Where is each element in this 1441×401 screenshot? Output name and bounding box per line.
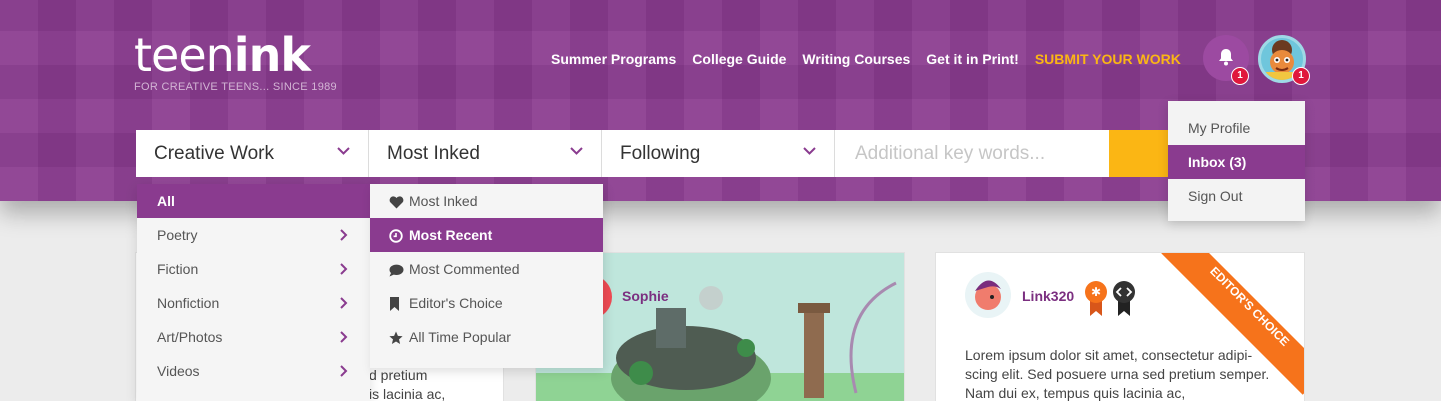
chevron-down-icon bbox=[337, 147, 350, 155]
content-card[interactable]: Link320 ✱ EDITOR'S CHOICE Lorem ipsum do… bbox=[935, 252, 1305, 401]
profile-item-inbox[interactable]: Inbox (3) bbox=[1168, 145, 1305, 179]
category-item-fiction[interactable]: Fiction bbox=[137, 252, 370, 286]
nav-summer-programs[interactable]: Summer Programs bbox=[551, 51, 676, 67]
notifications-badge: 1 bbox=[1231, 67, 1249, 85]
clock-icon bbox=[389, 229, 403, 243]
chevron-down-icon bbox=[570, 147, 583, 155]
category-item-nonfiction[interactable]: Nonfiction bbox=[137, 286, 370, 320]
sort-item-editors-choice[interactable]: Editor's Choice bbox=[370, 286, 603, 320]
teenink-logo[interactable]: teenink FOR CREATIVE TEENS... SINCE 1989 bbox=[134, 30, 337, 93]
star-icon bbox=[389, 331, 403, 345]
card-excerpt: Lorem ipsum dolor sit amet, consectetur … bbox=[965, 347, 1270, 401]
author-avatar[interactable] bbox=[964, 271, 1012, 319]
sort-item-all-time-popular[interactable]: All Time Popular bbox=[370, 320, 603, 354]
search-bar: Creative Work Most Inked Following bbox=[136, 130, 1171, 177]
search-button[interactable] bbox=[1109, 130, 1171, 177]
card-excerpt: d pretium is lacinia ac, bbox=[369, 367, 446, 401]
profile-item-sign-out[interactable]: Sign Out bbox=[1168, 179, 1305, 213]
bookmark-icon bbox=[390, 297, 399, 312]
chevron-right-icon bbox=[340, 229, 348, 241]
logo-light-text: teen bbox=[134, 28, 235, 82]
comment-icon bbox=[389, 264, 404, 277]
keywords-input[interactable] bbox=[835, 130, 1109, 177]
chevron-right-icon bbox=[340, 297, 348, 309]
sort-item-most-commented[interactable]: Most Commented bbox=[370, 252, 603, 286]
chevron-right-icon bbox=[340, 263, 348, 275]
nav-get-it-in-print[interactable]: Get it in Print! bbox=[926, 51, 1019, 67]
profile-dropdown-menu: My Profile Inbox (3) Sign Out bbox=[1168, 101, 1305, 221]
nav-college-guide[interactable]: College Guide bbox=[692, 51, 786, 67]
logo-tagline: FOR CREATIVE TEENS... SINCE 1989 bbox=[134, 81, 337, 93]
top-nav: Summer Programs College Guide Writing Co… bbox=[551, 51, 1181, 67]
chevron-down-icon bbox=[803, 147, 816, 155]
bell-icon bbox=[1219, 49, 1233, 66]
filter-select[interactable]: Following bbox=[602, 130, 835, 177]
category-dropdown-menu: All Poetry Fiction Nonfiction Art/Photos… bbox=[137, 184, 370, 401]
category-select-value: Creative Work bbox=[154, 143, 275, 164]
category-item-all[interactable]: All bbox=[137, 184, 370, 218]
logo-bold-text: ink bbox=[233, 28, 311, 82]
category-item-poetry[interactable]: Poetry bbox=[137, 218, 370, 252]
code-badge-icon bbox=[1113, 281, 1135, 316]
chevron-right-icon bbox=[340, 331, 348, 343]
profile-badge: 1 bbox=[1292, 67, 1310, 85]
sort-select[interactable]: Most Inked bbox=[369, 130, 602, 177]
svg-text:✱: ✱ bbox=[1091, 285, 1101, 299]
sort-select-value: Most Inked bbox=[387, 143, 480, 164]
author-name[interactable]: Sophie bbox=[622, 288, 669, 304]
sort-dropdown-menu: Most Inked Most Recent Most Commented Ed… bbox=[370, 184, 603, 368]
sort-item-most-inked[interactable]: Most Inked bbox=[370, 184, 603, 218]
chevron-right-icon bbox=[340, 365, 348, 377]
submit-work-link[interactable]: SUBMIT YOUR WORK bbox=[1035, 51, 1181, 67]
nav-writing-courses[interactable]: Writing Courses bbox=[802, 51, 910, 67]
heart-icon bbox=[389, 195, 404, 209]
author-name[interactable]: Link320 bbox=[1022, 288, 1074, 304]
filter-select-value: Following bbox=[620, 143, 701, 164]
sort-item-most-recent[interactable]: Most Recent bbox=[370, 218, 603, 252]
profile-item-my-profile[interactable]: My Profile bbox=[1168, 111, 1305, 145]
category-select[interactable]: Creative Work bbox=[136, 130, 369, 177]
category-item-videos[interactable]: Videos bbox=[137, 354, 370, 388]
award-badge-icon: ✱ bbox=[1085, 281, 1107, 316]
category-item-art-photos[interactable]: Art/Photos bbox=[137, 320, 370, 354]
